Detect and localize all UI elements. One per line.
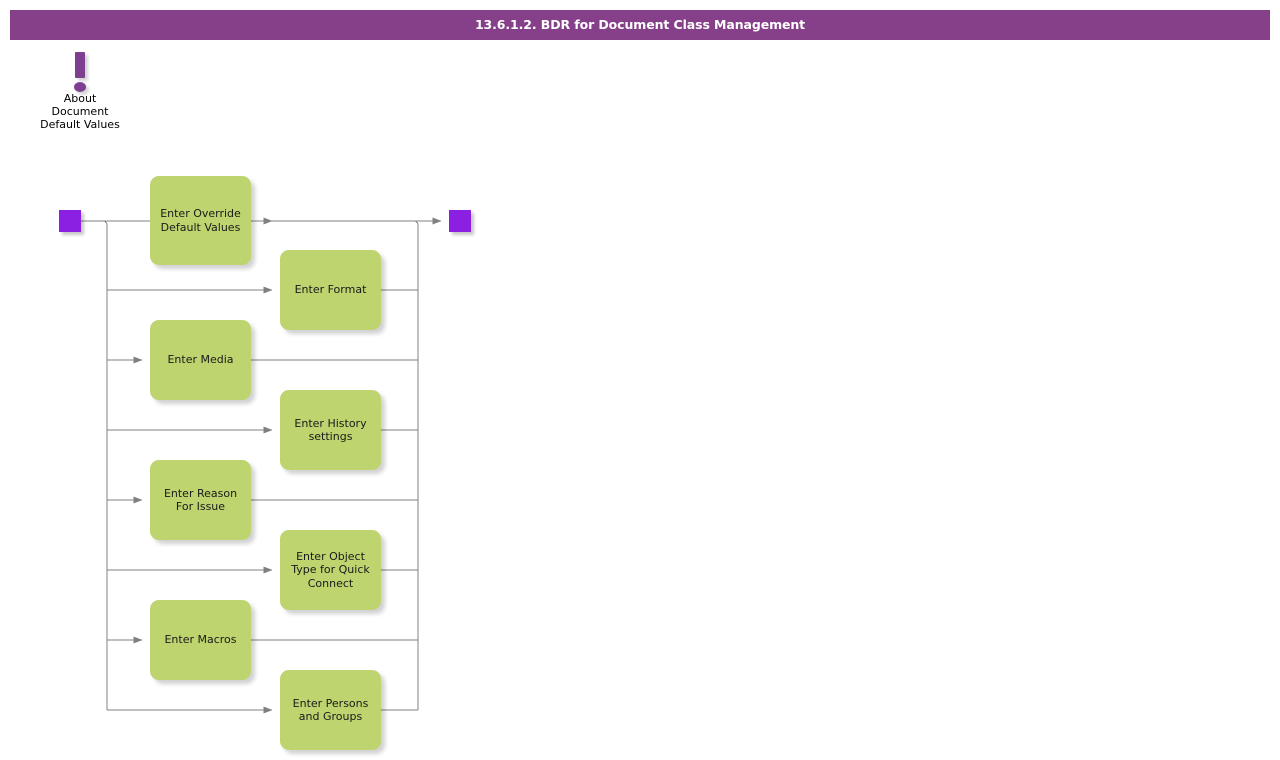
end-node[interactable]: [449, 210, 471, 232]
node-enter-persons-and-groups[interactable]: Enter Persons and Groups: [280, 670, 381, 750]
exclamation-mark-icon: [30, 50, 130, 92]
node-enter-macros[interactable]: Enter Macros: [150, 600, 251, 680]
node-label: Enter Object Type for Quick Connect: [291, 550, 370, 590]
page-header-bar: 13.6.1.2. BDR for Document Class Managem…: [10, 10, 1270, 40]
exclamation-dot: [74, 82, 86, 92]
node-enter-media[interactable]: Enter Media: [150, 320, 251, 400]
node-label: Enter Reason For Issue: [163, 486, 238, 513]
start-node[interactable]: [59, 210, 81, 232]
node-enter-format[interactable]: Enter Format: [280, 250, 381, 330]
about-note-label: About Document Default Values: [40, 92, 120, 132]
node-label: Enter Media: [167, 353, 234, 367]
about-note[interactable]: About Document Default Values: [30, 50, 130, 132]
node-enter-history-settings[interactable]: Enter History settings: [280, 390, 381, 470]
node-enter-object-type-for-quick-connect[interactable]: Enter Object Type for Quick Connect: [280, 530, 381, 610]
exclamation-stem: [75, 52, 85, 78]
node-label: Enter Persons and Groups: [292, 696, 369, 723]
node-label: Enter Format: [294, 283, 367, 297]
node-label: Enter Override Default Values: [160, 207, 241, 234]
node-enter-reason-for-issue[interactable]: Enter Reason For Issue: [150, 460, 251, 540]
node-enter-override-default-values[interactable]: Enter Override Default Values: [150, 176, 251, 265]
node-label: Enter History settings: [294, 416, 367, 443]
page-title: 13.6.1.2. BDR for Document Class Managem…: [474, 17, 806, 32]
flowchart-canvas: About Document Default Values Enter Over…: [0, 40, 1280, 760]
node-label: Enter Macros: [164, 633, 237, 647]
